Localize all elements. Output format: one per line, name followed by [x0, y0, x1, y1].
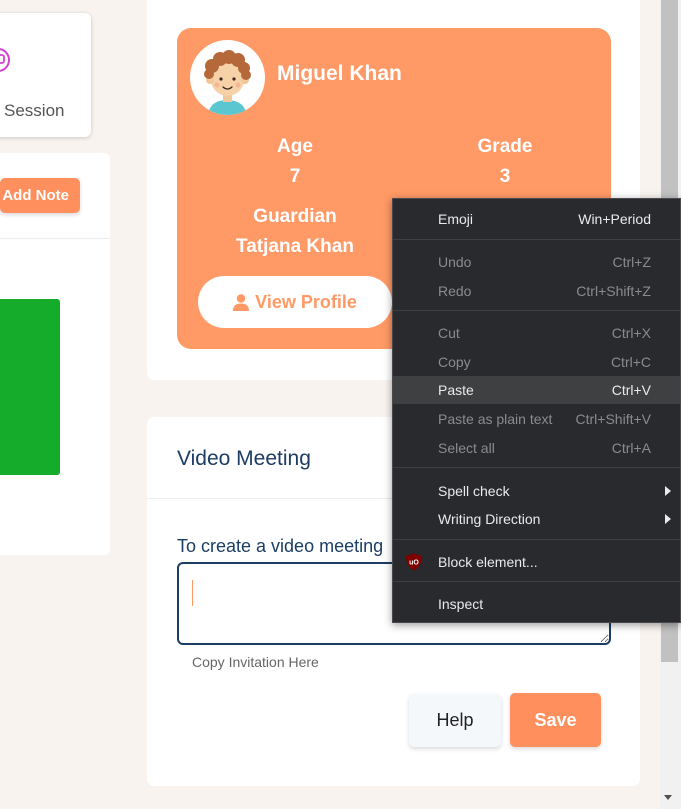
- menu-item-undo[interactable]: Undo Ctrl+Z: [393, 248, 680, 276]
- age-value: 7: [289, 166, 301, 187]
- add-note-button[interactable]: Add Note: [0, 178, 80, 213]
- student-avatar: [190, 40, 265, 115]
- menu-item-label: Emoji: [438, 211, 474, 227]
- menu-item-paste-plain[interactable]: Paste as plain text Ctrl+Shift+V: [393, 405, 680, 433]
- menu-item-select-all[interactable]: Select all Ctrl+A: [393, 434, 680, 462]
- menu-item-label: Paste as plain text: [438, 411, 553, 427]
- menu-item-writing-direction[interactable]: Writing Direction: [393, 505, 680, 533]
- menu-separator: [393, 581, 680, 582]
- video-meeting-title: Video Meeting: [177, 447, 311, 470]
- menu-item-label: Spell check: [438, 483, 510, 499]
- menu-item-inspect[interactable]: Inspect: [393, 590, 680, 618]
- help-button[interactable]: Help: [409, 694, 501, 747]
- menu-separator: [393, 310, 680, 311]
- menu-separator: [393, 239, 680, 240]
- user-icon: [233, 293, 250, 311]
- menu-item-label: Paste: [438, 382, 474, 398]
- menu-item-label: Cut: [438, 325, 460, 341]
- session-label: Session: [4, 101, 65, 120]
- menu-item-spell-check[interactable]: Spell check: [393, 477, 680, 505]
- menu-separator: [393, 539, 680, 540]
- menu-item-copy[interactable]: Copy Ctrl+C: [393, 348, 680, 376]
- start-session-card[interactable]: Session: [0, 13, 91, 137]
- invitation-helper-text: Copy Invitation Here: [192, 654, 319, 670]
- ublock-origin-icon: uO: [406, 553, 422, 571]
- age-label: Age: [277, 136, 313, 157]
- svg-text:uO: uO: [409, 560, 419, 567]
- guardian-value: Tatjana Khan: [236, 236, 354, 257]
- grade-label: Grade: [477, 136, 533, 157]
- guardian-label: Guardian: [253, 206, 337, 227]
- submenu-arrow-icon: [665, 514, 671, 524]
- menu-separator: [393, 467, 680, 468]
- menu-item-label: Redo: [438, 283, 472, 299]
- menu-item-shortcut: Ctrl+V: [611, 382, 651, 398]
- menu-item-shortcut: Ctrl+Shift+V: [575, 411, 651, 427]
- text-cursor: [192, 580, 193, 606]
- menu-item-label: Select all: [438, 440, 495, 456]
- menu-item-label: Inspect: [438, 596, 484, 612]
- save-button[interactable]: Save: [510, 693, 601, 747]
- menu-item-block-element[interactable]: uO Block element...: [393, 548, 680, 576]
- menu-item-shortcut: Ctrl+Shift+Z: [576, 283, 651, 299]
- context-menu: Emoji Win+Period Undo Ctrl+Z Redo Ctrl+S…: [392, 198, 681, 623]
- green-note-block[interactable]: [0, 299, 60, 475]
- submenu-arrow-icon: [665, 486, 671, 496]
- menu-item-shortcut: Ctrl+A: [611, 440, 651, 456]
- menu-item-shortcut: Ctrl+C: [610, 354, 651, 370]
- grade-value: 3: [499, 166, 511, 187]
- video-meeting-instructions: To create a video meeting: [177, 536, 384, 556]
- menu-item-shortcut: Win+Period: [578, 211, 651, 227]
- menu-item-redo[interactable]: Redo Ctrl+Shift+Z: [393, 277, 680, 305]
- session-icon: [0, 48, 10, 72]
- view-profile-button[interactable]: View Profile: [198, 276, 392, 328]
- notes-divider: [0, 238, 110, 239]
- menu-item-shortcut: Ctrl+X: [611, 325, 651, 341]
- menu-item-paste[interactable]: Paste Ctrl+V: [393, 376, 680, 404]
- view-profile-label: View Profile: [255, 291, 357, 312]
- menu-item-label: Block element...: [438, 554, 538, 570]
- menu-item-cut[interactable]: Cut Ctrl+X: [393, 319, 680, 347]
- menu-item-label: Undo: [438, 254, 472, 270]
- student-name: Miguel Khan: [277, 62, 402, 85]
- menu-item-label: Writing Direction: [438, 511, 541, 527]
- menu-item-shortcut: Ctrl+Z: [612, 254, 652, 270]
- menu-item-label: Copy: [438, 354, 471, 370]
- menu-item-emoji[interactable]: Emoji Win+Period: [393, 205, 680, 233]
- scroll-down-arrow-icon[interactable]: [664, 795, 672, 800]
